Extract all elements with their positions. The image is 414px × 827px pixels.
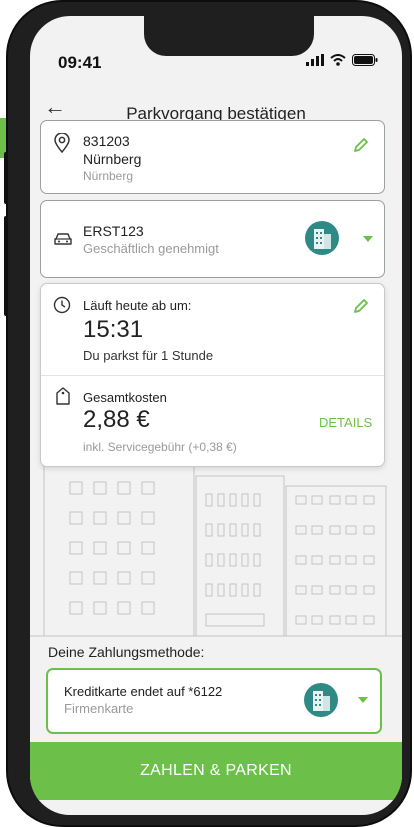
service-fee-note: inkl. Servicegebühr (+0,38 €) — [83, 440, 237, 454]
license-plate: ERST123 — [83, 223, 144, 239]
total-cost-amount: 2,88 € — [83, 406, 150, 433]
city-subtitle: Nürnberg — [83, 169, 134, 183]
expiry-time: 15:31 — [83, 316, 144, 343]
payment-card-title: Kreditkarte endet auf *6122 — [64, 684, 223, 699]
clock-icon — [53, 296, 71, 314]
payment-card-type: Firmenkarte — [64, 701, 134, 716]
city-name: Nürnberg — [83, 151, 142, 167]
pencil-icon[interactable] — [353, 298, 369, 314]
notch — [144, 16, 314, 56]
phone-frame: 09:41 ← Parkvorgang bestätigen 831203 Nü… — [4, 2, 410, 825]
parking-summary-card: Läuft heute ab um: 15:31 Du parkst für 1… — [40, 283, 385, 467]
side-button — [4, 216, 8, 316]
payment-method-label: Deine Zahlungsmethode: — [48, 644, 205, 660]
chevron-down-icon[interactable] — [358, 697, 368, 703]
volume-button — [4, 152, 8, 204]
status-icons — [306, 54, 378, 66]
pencil-icon[interactable] — [353, 137, 369, 153]
pay-and-park-button[interactable]: ZAHLEN & PARKEN — [30, 742, 402, 800]
status-time: 09:41 — [58, 53, 102, 72]
signal-icon — [306, 54, 324, 66]
company-building-icon — [304, 683, 338, 717]
vehicle-status: Geschäftlich genehmigt — [83, 241, 219, 256]
screen: 09:41 ← Parkvorgang bestätigen 831203 Nü… — [30, 16, 402, 815]
details-link[interactable]: DETAILS — [319, 415, 372, 430]
divider — [41, 375, 384, 376]
company-building-icon — [305, 221, 339, 255]
total-cost-label: Gesamtkosten — [83, 390, 167, 405]
duration-note: Du parkst für 1 Stunde — [83, 348, 214, 363]
price-tag-icon — [56, 387, 70, 405]
chevron-down-icon[interactable] — [363, 236, 373, 242]
location-pin-icon — [54, 133, 70, 153]
payment-method-card[interactable]: Kreditkarte endet auf *6122 Firmenkarte — [46, 668, 382, 734]
zone-number: 831203 — [83, 133, 130, 149]
city-illustration — [30, 465, 402, 637]
location-card[interactable]: 831203 Nürnberg Nürnberg — [40, 120, 385, 194]
vehicle-card[interactable]: ERST123 Geschäftlich genehmigt — [40, 200, 385, 278]
expiry-label: Läuft heute ab um: — [83, 298, 192, 313]
car-icon — [54, 233, 72, 245]
wifi-icon — [330, 54, 346, 66]
battery-icon — [352, 54, 378, 66]
